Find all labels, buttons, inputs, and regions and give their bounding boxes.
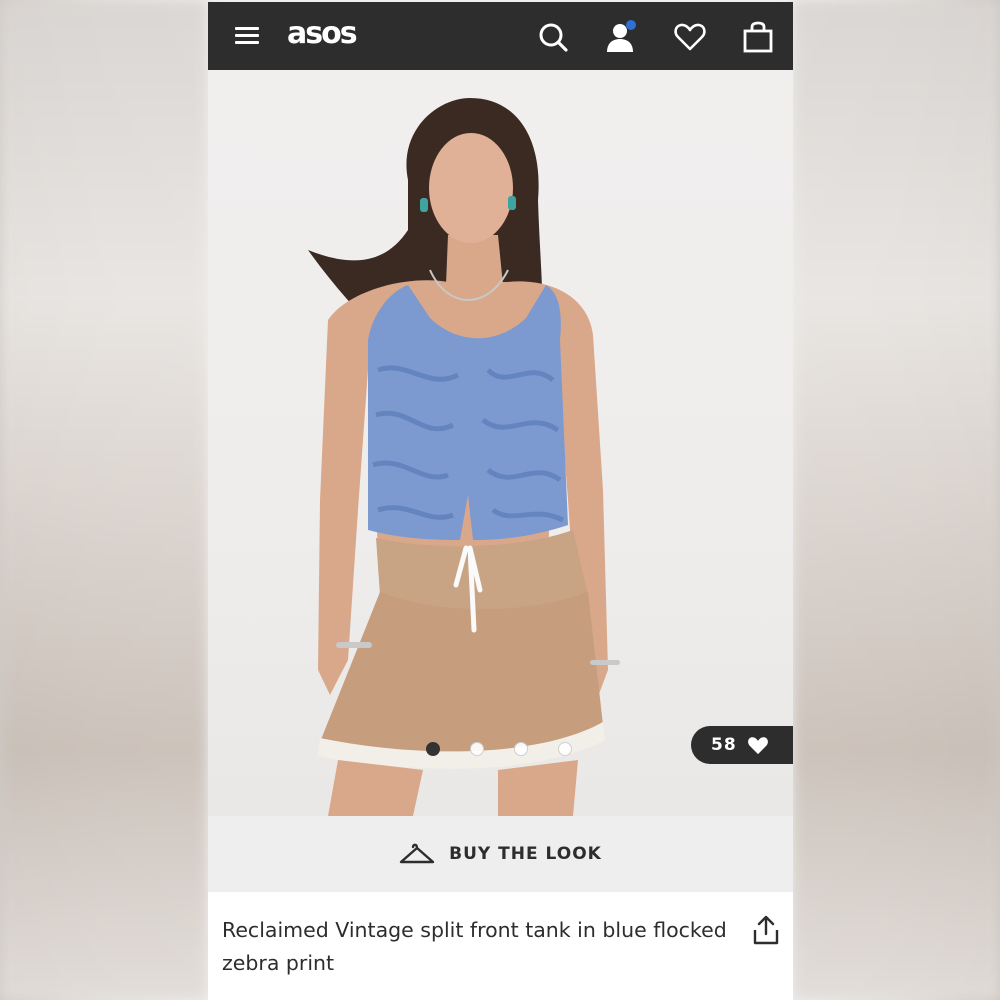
top-nav-bar: asos — [208, 2, 793, 70]
brand-logo[interactable]: asos — [287, 16, 358, 51]
background-right-blur — [792, 0, 1000, 1000]
saves-count: 58 — [711, 735, 737, 755]
hanger-icon — [399, 843, 435, 864]
menu-icon[interactable] — [232, 25, 262, 47]
heart-icon — [747, 737, 768, 755]
carousel-pagination — [426, 742, 572, 756]
save-count-button[interactable]: 58 — [691, 726, 793, 764]
saved-items-heart-icon[interactable] — [673, 20, 707, 54]
notification-dot — [626, 20, 636, 30]
carousel-dot-1[interactable] — [426, 742, 440, 756]
search-icon[interactable] — [536, 20, 570, 54]
product-image-carousel[interactable]: 58 — [208, 70, 793, 816]
account-icon[interactable] — [604, 20, 638, 54]
carousel-dot-2[interactable] — [470, 742, 484, 756]
bag-icon[interactable] — [741, 20, 775, 54]
product-title: Reclaimed Vintage split front tank in bl… — [222, 918, 727, 975]
product-photo — [308, 98, 620, 816]
share-icon[interactable] — [751, 914, 781, 946]
product-info: Reclaimed Vintage split front tank in bl… — [208, 892, 793, 1000]
carousel-dot-4[interactable] — [558, 742, 572, 756]
buy-the-look-label: BUY THE LOOK — [449, 844, 602, 864]
background-left-blur — [0, 0, 208, 1000]
mobile-page: asos 58 BUY THE LOOK Reclaimed Vintage s… — [208, 2, 793, 1000]
buy-the-look-button[interactable]: BUY THE LOOK — [208, 816, 793, 892]
carousel-dot-3[interactable] — [514, 742, 528, 756]
